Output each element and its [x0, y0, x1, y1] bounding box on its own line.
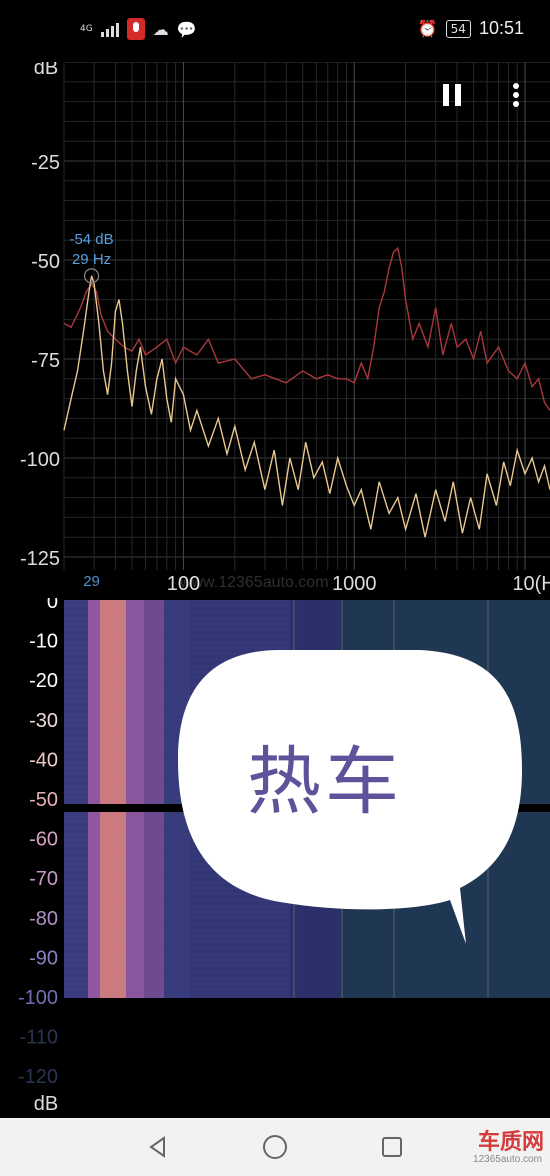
spectrogram-scale-label: -120: [18, 1066, 58, 1088]
peak-axis-marker: 29: [83, 573, 100, 590]
speech-bubble: 热车: [170, 640, 530, 950]
bubble-text: 热车: [247, 739, 403, 825]
navigation-bar: 车质网 12365auto.com: [0, 1118, 550, 1176]
battery-indicator: 54: [445, 19, 471, 38]
spectrogram-scale-label: -110: [19, 1027, 58, 1049]
network-type: 4G: [80, 23, 93, 34]
series-line-0: [63, 246, 550, 411]
y-axis-label: dB: [34, 62, 58, 79]
status-left: 4G ☁ 💬: [80, 18, 197, 40]
more-vert-icon: [513, 83, 519, 107]
alarm-icon: ⏰: [417, 19, 438, 38]
brand-url: 12365auto.com: [473, 1154, 542, 1165]
recents-button[interactable]: [372, 1130, 412, 1164]
spectrogram-scale-label: -100: [18, 987, 58, 1009]
signal-icon: [100, 21, 119, 37]
y-tick-label: -25: [31, 152, 60, 174]
more-options-button[interactable]: [506, 82, 526, 108]
spectrum-chart: -25-50-75-100-125dB100100010(Hz-54 dB29 …: [20, 62, 550, 595]
home-button[interactable]: [255, 1130, 295, 1164]
y-tick-label: -50: [31, 251, 60, 273]
recorder-icon: [126, 18, 145, 40]
x-tick-label: 1000: [332, 573, 377, 595]
home-icon: [263, 1135, 287, 1159]
spectrogram-scale-label: -30: [29, 710, 58, 732]
spectrogram-scale-label: -80: [29, 908, 58, 930]
spectrogram-unit-label: dB: [34, 1093, 58, 1115]
spectrogram-scale-label: -90: [29, 947, 58, 969]
chart-grid: [63, 62, 550, 570]
back-icon: [149, 1136, 165, 1158]
spectrogram-scale-label: -70: [29, 868, 58, 890]
clock: 10:51: [478, 18, 524, 38]
spectrogram-scale-label: -20: [29, 670, 58, 692]
y-tick-label: -75: [31, 350, 60, 372]
pause-icon: [443, 84, 461, 106]
spectrogram-scale-label: -40: [29, 749, 58, 771]
spectrogram-scale-label: 0: [47, 598, 58, 613]
x-tick-label: 10(Hz: [512, 573, 550, 595]
wechat-icon: 💬: [176, 19, 197, 39]
spectrogram-scale-label: -50: [29, 789, 58, 811]
recents-icon: [382, 1137, 402, 1157]
spectrogram-scale-label: -10: [29, 631, 58, 653]
pause-button[interactable]: [440, 82, 466, 108]
status-right: ⏰ 54 10:51: [418, 18, 524, 39]
watermark: www.12365auto.com: [180, 574, 329, 591]
y-tick-label: -100: [20, 449, 60, 471]
spectrogram-scale-label: -60: [29, 829, 58, 851]
status-bar: 4G ☁ 💬 ⏰ 54 10:51: [0, 0, 550, 62]
peak-db-label: -54 dB: [69, 231, 113, 248]
peak-hz-label: 29 Hz: [72, 251, 111, 268]
y-tick-label: -125: [20, 548, 60, 570]
brand-logo: 车质网: [477, 1130, 544, 1155]
back-button[interactable]: [138, 1130, 178, 1164]
qq-icon: ☁: [152, 19, 169, 39]
